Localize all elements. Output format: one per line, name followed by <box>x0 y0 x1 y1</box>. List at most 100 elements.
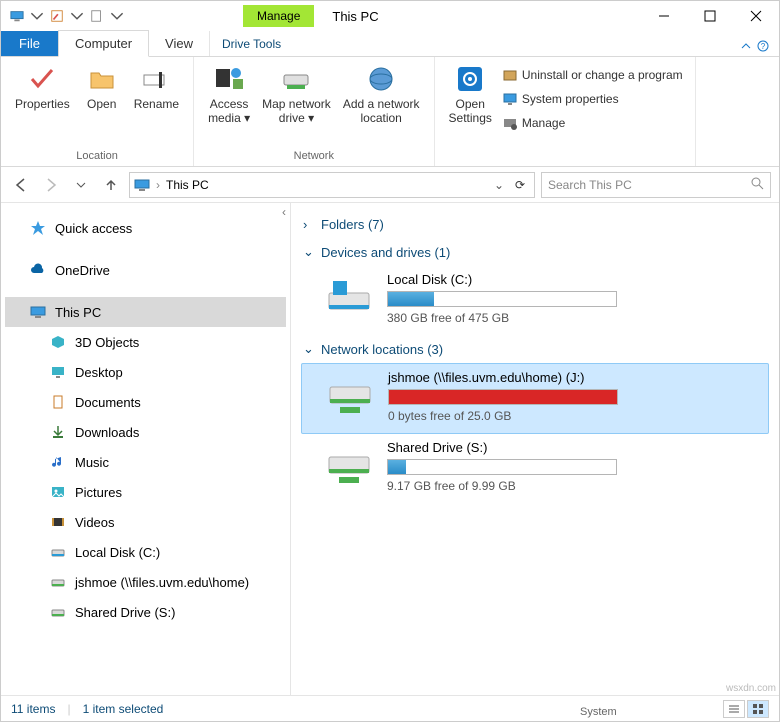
drive-free-text: 9.17 GB free of 9.99 GB <box>387 479 647 493</box>
ribbon: Properties Open Rename Location Accessme… <box>1 57 779 167</box>
chevron-down-icon: ⌄ <box>303 341 315 357</box>
manage-context-tab[interactable]: Manage <box>243 5 314 27</box>
drive-tools-tab[interactable]: Drive Tools <box>210 32 293 56</box>
file-tab[interactable]: File <box>1 31 58 56</box>
devices-group[interactable]: ⌄Devices and drives (1) <box>301 238 769 266</box>
shared-drive-s[interactable]: Shared Drive (S:) 9.17 GB free of 9.99 G… <box>301 434 769 503</box>
music-icon <box>49 453 67 471</box>
address-text: This PC <box>166 178 209 192</box>
address-bar[interactable]: › This PC ⌄ ⟳ <box>129 172 535 198</box>
ribbon-tabs: File Computer View Drive Tools ? <box>1 31 779 57</box>
map-drive-button[interactable]: Map networkdrive ▾ <box>256 61 337 127</box>
nav-downloads[interactable]: Downloads <box>5 417 286 447</box>
box-icon <box>502 67 518 83</box>
properties-qat-icon[interactable] <box>49 8 65 24</box>
usage-bar <box>387 459 617 475</box>
system-properties-button[interactable]: System properties <box>498 89 687 109</box>
drive-free-text: 380 GB free of 475 GB <box>387 311 647 325</box>
download-icon <box>49 423 67 441</box>
help-icon[interactable]: ? <box>757 40 769 52</box>
monitor-icon <box>502 91 518 107</box>
nav-shared-drive[interactable]: Shared Drive (S:) <box>5 597 286 627</box>
network-group-label: Network <box>294 150 334 164</box>
open-settings-button[interactable]: OpenSettings <box>443 61 498 127</box>
map-drive-label: Map networkdrive ▾ <box>262 97 331 125</box>
chevron-down-icon[interactable]: ⌄ <box>494 178 504 192</box>
dropdown-icon[interactable] <box>69 8 85 24</box>
titlebar: Manage This PC <box>1 1 779 31</box>
network-drive-j[interactable]: jshmoe (\\files.uvm.edu\home) (J:) 0 byt… <box>301 363 769 434</box>
network-drive-icon <box>49 573 67 591</box>
star-icon <box>29 219 47 237</box>
quick-access-nav[interactable]: Quick access <box>5 213 286 243</box>
back-button[interactable] <box>9 173 33 197</box>
ribbon-collapse[interactable]: ? <box>731 36 779 56</box>
ribbon-group-system: OpenSettings Uninstall or change a progr… <box>435 57 696 166</box>
close-button[interactable] <box>733 1 779 31</box>
tiles-view-button[interactable] <box>747 700 769 718</box>
nav-pictures[interactable]: Pictures <box>5 477 286 507</box>
navigation-pane: ‹ Quick access OneDrive This PC 3D Objec… <box>1 203 291 695</box>
chevron-right-icon: › <box>303 217 315 232</box>
nav-network-drive-j[interactable]: jshmoe (\\files.uvm.edu\home) <box>5 567 286 597</box>
folder-open-icon <box>86 63 118 95</box>
nav-documents[interactable]: Documents <box>5 387 286 417</box>
network-drive-icon <box>280 63 312 95</box>
ribbon-group-location: Properties Open Rename Location <box>1 57 194 166</box>
up-button[interactable] <box>99 173 123 197</box>
system-group-label: System <box>580 706 617 720</box>
qat-overflow-icon[interactable] <box>109 8 125 24</box>
collapse-handle-icon[interactable]: ‹ <box>282 205 286 219</box>
usage-bar <box>388 389 618 405</box>
settings-gear-icon <box>454 63 486 95</box>
folders-group[interactable]: ›Folders (7) <box>301 211 769 238</box>
maximize-button[interactable] <box>687 1 733 31</box>
computer-tab[interactable]: Computer <box>58 30 149 57</box>
manage-button[interactable]: Manage <box>498 113 687 133</box>
uninstall-button[interactable]: Uninstall or change a program <box>498 65 687 85</box>
nav-local-disk[interactable]: Local Disk (C:) <box>5 537 286 567</box>
nav-3d-objects[interactable]: 3D Objects <box>5 327 286 357</box>
open-settings-label: OpenSettings <box>449 97 492 125</box>
usage-bar <box>387 291 617 307</box>
status-bar: 11 items | 1 item selected <box>1 695 779 721</box>
onedrive-nav[interactable]: OneDrive <box>5 255 286 285</box>
this-pc-nav[interactable]: This PC <box>5 297 286 327</box>
dropdown-icon[interactable] <box>29 8 45 24</box>
search-icon <box>750 176 764 193</box>
nav-music[interactable]: Music <box>5 447 286 477</box>
picture-icon <box>49 483 67 501</box>
pc-icon <box>9 8 25 24</box>
forward-button[interactable] <box>39 173 63 197</box>
view-tab[interactable]: View <box>149 31 210 56</box>
explorer-window: Manage This PC File Computer View Drive … <box>0 0 780 722</box>
nav-videos[interactable]: Videos <box>5 507 286 537</box>
media-icon <box>213 63 245 95</box>
add-network-label: Add a networklocation <box>343 97 420 125</box>
chevron-up-icon <box>741 41 751 51</box>
open-button[interactable]: Open <box>76 61 128 113</box>
new-folder-qat-icon[interactable] <box>89 8 105 24</box>
desktop-icon <box>49 363 67 381</box>
properties-button[interactable]: Properties <box>9 61 76 113</box>
cloud-icon <box>29 261 47 279</box>
access-media-button[interactable]: Accessmedia ▾ <box>202 61 256 127</box>
content-pane: ›Folders (7) ⌄Devices and drives (1) Loc… <box>291 203 779 695</box>
local-disk-drive[interactable]: Local Disk (C:) 380 GB free of 475 GB <box>301 266 769 335</box>
search-box[interactable]: Search This PC <box>541 172 771 198</box>
access-media-label: Accessmedia ▾ <box>208 97 250 125</box>
selection-count: 1 item selected <box>83 702 164 716</box>
refresh-button[interactable]: ⟳ <box>510 178 530 192</box>
network-drive-icon <box>49 603 67 621</box>
add-network-location-button[interactable]: Add a networklocation <box>337 61 426 127</box>
details-view-button[interactable] <box>723 700 745 718</box>
globe-icon <box>365 63 397 95</box>
rename-icon <box>140 63 172 95</box>
body: ‹ Quick access OneDrive This PC 3D Objec… <box>1 203 779 695</box>
check-icon <box>26 63 58 95</box>
recent-dropdown[interactable] <box>69 173 93 197</box>
network-locations-group[interactable]: ⌄Network locations (3) <box>301 335 769 363</box>
rename-button[interactable]: Rename <box>128 61 185 113</box>
nav-desktop[interactable]: Desktop <box>5 357 286 387</box>
minimize-button[interactable] <box>641 1 687 31</box>
